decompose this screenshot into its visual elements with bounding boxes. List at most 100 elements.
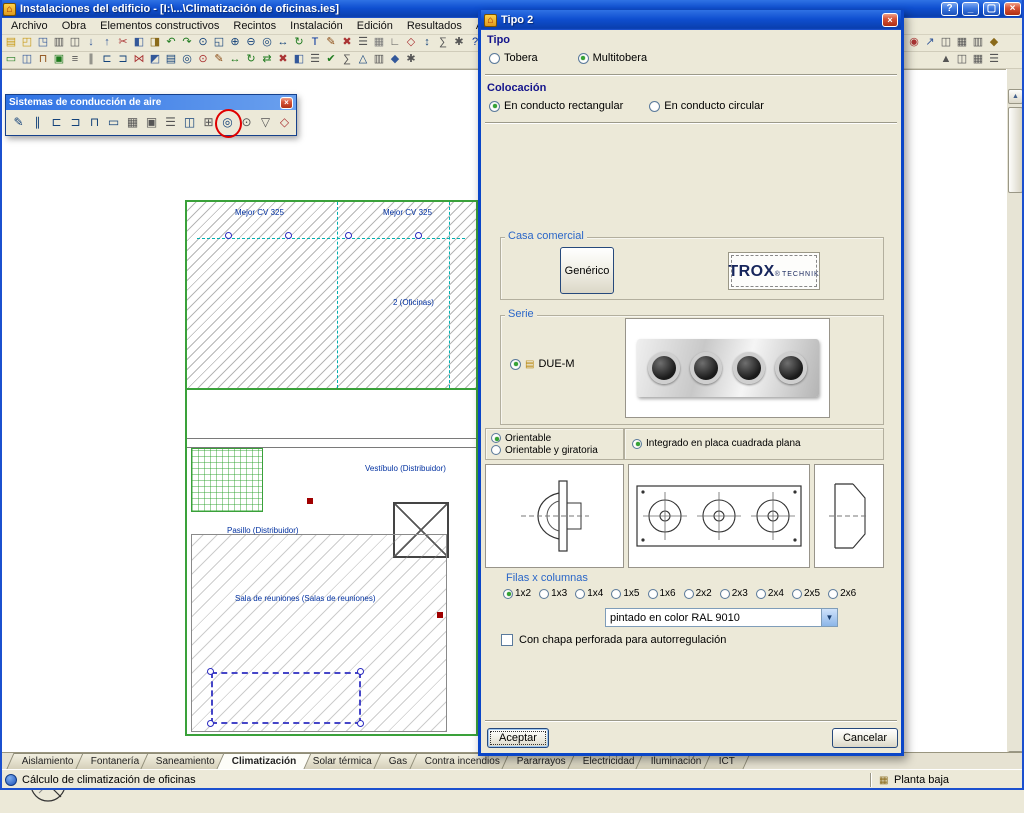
menu-item[interactable]: Edición [350,20,400,32]
grille-lineal-icon[interactable]: ▦ [124,114,141,131]
table-icon[interactable]: ▦ [954,35,970,51]
window-element-icon[interactable]: ◫ [19,52,35,68]
accept-button[interactable]: Aceptar [487,728,549,748]
print-preview-icon[interactable]: ◫ [67,35,83,51]
vertical-scrollbar[interactable]: ▲ ▼ [1006,69,1024,769]
column-icon[interactable]: ∥ [83,52,99,68]
grille-retorno-icon[interactable]: ☰ [162,114,179,131]
options-icon[interactable]: ✱ [451,35,467,51]
toolbar-title-bar[interactable]: Sistemas de conducción de aire × [6,95,296,110]
zoom-extents-icon[interactable]: ◎ [259,35,275,51]
snap-icon[interactable]: ◇ [403,35,419,51]
filas-option[interactable]: 2x3 [720,588,748,599]
filas-option[interactable]: 2x6 [828,588,856,599]
measure-icon[interactable]: ↕ [419,35,435,51]
ortho-icon[interactable]: ∟ [387,35,403,51]
valve-icon[interactable]: ⋈ [131,52,147,68]
filas-option[interactable]: 1x6 [648,588,676,599]
open-file-icon[interactable]: ◰ [19,35,35,51]
filas-option[interactable]: 2x2 [684,588,712,599]
zoom-out-icon[interactable]: ⊖ [243,35,259,51]
filas-option[interactable]: 2x5 [792,588,820,599]
tab[interactable]: Climatización [216,753,312,769]
pipe-icon[interactable]: ⊐ [115,52,131,68]
zoom-window-icon[interactable]: ◱ [211,35,227,51]
cut-icon[interactable]: ✂ [115,35,131,51]
door-icon[interactable]: ⊓ [35,52,51,68]
print-icon[interactable]: ▥ [51,35,67,51]
minimize-button[interactable]: _ [962,2,979,16]
cancel-button[interactable]: Cancelar [832,728,898,748]
report-icon[interactable]: ▥ [371,52,387,68]
filas-option[interactable]: 1x2 [503,588,531,599]
beam-icon[interactable]: ≡ [67,52,83,68]
menu-icon[interactable]: ☰ [986,52,1002,68]
duct-draw-icon[interactable]: ✎ [10,114,27,131]
printer2-icon[interactable]: ▥ [970,35,986,51]
mirror-icon[interactable]: ⇄ [259,52,275,68]
chevron-down-icon[interactable]: ▼ [821,609,837,626]
unit-icon[interactable]: ◩ [147,52,163,68]
perforated-checkbox-row[interactable]: Con chapa perforada para autorregulación [501,634,726,646]
diffuser-round-icon[interactable]: ⊙ [238,114,255,131]
save-icon[interactable]: ◳ [35,35,51,51]
menu-item[interactable]: Instalación [283,20,350,32]
wall-icon[interactable]: ▭ [3,52,19,68]
move-icon[interactable]: ↔ [227,52,243,68]
close-icon[interactable]: × [280,97,293,109]
close-button[interactable]: × [1004,2,1021,16]
grid-icon[interactable]: ▦ [371,35,387,51]
scroll-thumb[interactable] [1008,107,1023,193]
room-icon[interactable]: ▣ [51,52,67,68]
export-view-icon[interactable]: ↗ [922,35,938,51]
mounting-option[interactable]: Integrado en placa cuadrada plana [632,438,801,449]
filas-option[interactable]: 1x4 [575,588,603,599]
brand-trox-button[interactable]: TROX®TECHNIK [728,252,820,290]
diffuser-square-icon[interactable]: ▣ [143,114,160,131]
annotate-icon[interactable]: ✎ [211,52,227,68]
duct-start-icon[interactable]: ⊏ [48,114,65,131]
list-icon[interactable]: ☰ [307,52,323,68]
brand-generico-button[interactable]: Genérico [560,247,614,294]
color-select[interactable]: pintado en color RAL 9010 ▼ [605,608,838,627]
import-icon[interactable]: ↓ [83,35,99,51]
close-icon[interactable]: × [882,13,898,27]
pin-icon[interactable]: ◆ [986,35,1002,51]
redo-icon[interactable]: ↷ [179,35,195,51]
orientation-option[interactable]: Orientable [491,433,598,444]
scroll-up-button[interactable]: ▲ [1008,89,1023,104]
settings-icon[interactable]: ✱ [403,52,419,68]
tipo-option[interactable]: Tobera [489,52,538,64]
rotate-icon[interactable]: ↻ [243,52,259,68]
tipo-option[interactable]: Multitobera [578,52,647,64]
duct-parallel-icon[interactable]: ∥ [29,114,46,131]
menu-item[interactable]: Archivo [4,20,55,32]
pan-icon[interactable]: ↔ [275,35,291,51]
serie-option-due-m[interactable]: ▤ DUE-M [510,358,575,370]
colocacion-option[interactable]: En conducto rectangular [489,100,623,112]
zoom-in-icon[interactable]: ⊕ [227,35,243,51]
erase-icon[interactable]: ✖ [339,35,355,51]
view3d-icon[interactable]: ◆ [387,52,403,68]
export-icon[interactable]: ↑ [99,35,115,51]
extract-valve-icon[interactable]: ▽ [257,114,274,131]
help-button[interactable]: ? [941,2,958,16]
search-icon[interactable]: ⊙ [195,35,211,51]
orientation-option[interactable]: Orientable y giratoria [491,445,598,456]
duct-branch-icon[interactable]: ⊓ [86,114,103,131]
maximize-button[interactable]: ▢ [983,2,1000,16]
redraw-icon[interactable]: ↻ [291,35,307,51]
filas-option[interactable]: 2x4 [756,588,784,599]
grid2-icon[interactable]: ▦ [970,52,986,68]
plenum-icon[interactable]: ◫ [181,114,198,131]
nozzle-icon[interactable]: ◎ [219,114,236,131]
text-icon[interactable]: T [307,35,323,51]
colocacion-option[interactable]: En conducto circular [649,100,764,112]
copy-icon[interactable]: ◧ [131,35,147,51]
undo-icon[interactable]: ↶ [163,35,179,51]
pages-icon[interactable]: ◫ [954,52,970,68]
duct-icon[interactable]: ⊏ [99,52,115,68]
window-icon[interactable]: ◫ [938,35,954,51]
layers-icon[interactable]: ☰ [355,35,371,51]
damper-icon[interactable]: ◇ [276,114,293,131]
